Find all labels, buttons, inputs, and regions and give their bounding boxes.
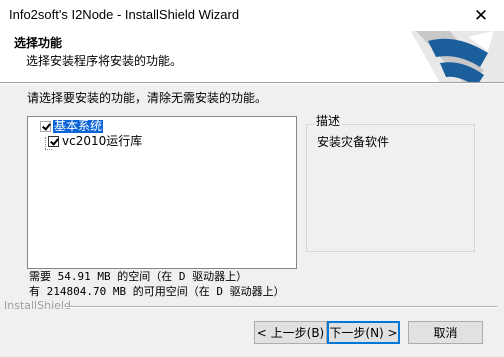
installshield-logo-icon [410,31,504,82]
feature-item-base-system[interactable]: 基本系统 [40,118,104,133]
page-title: 选择功能 [14,36,63,50]
cancel-button[interactable]: 取消 [408,321,483,344]
tree-connector [45,149,52,150]
feature-label: 基本系统 [53,118,104,133]
feature-tree[interactable]: 基本系统 vc2010运行库 [27,116,297,269]
wizard-header: 选择功能 选择安装程序将安装的功能。 [0,31,504,83]
title-bar: Info2soft's I2Node - InstallShield Wizar… [0,0,504,31]
space-available-text: 有 214804.70 MB 的可用空间（在 D 驱动器上） [29,285,285,298]
page-subtitle: 选择安装程序将安装的功能。 [26,54,183,68]
feature-label: vc2010运行库 [62,133,143,148]
tree-connector [45,137,46,149]
window-title: Info2soft's I2Node - InstallShield Wizar… [9,7,240,22]
checkbox-icon[interactable] [40,120,51,132]
next-button[interactable]: 下一步(N) > [327,321,400,344]
instruction-text: 请选择要安装的功能，清除无需安装的功能。 [27,91,268,105]
checkbox-icon[interactable] [48,135,59,147]
space-required-text: 需要 54.91 MB 的空间（在 D 驱动器上） [29,270,248,283]
installshield-brand: InstallShield [4,299,71,312]
description-legend: 描述 [314,112,343,129]
back-button[interactable]: < 上一步(B) [254,321,327,344]
wizard-content: 请选择要安装的功能，清除无需安装的功能。 基本系统 vc2010运行库 描述 安… [0,83,504,357]
description-text: 安装灾备软件 [317,135,390,149]
feature-item-vc2010[interactable]: vc2010运行库 [48,134,143,148]
footer-divider [65,306,497,308]
close-icon[interactable]: ✕ [458,0,504,31]
